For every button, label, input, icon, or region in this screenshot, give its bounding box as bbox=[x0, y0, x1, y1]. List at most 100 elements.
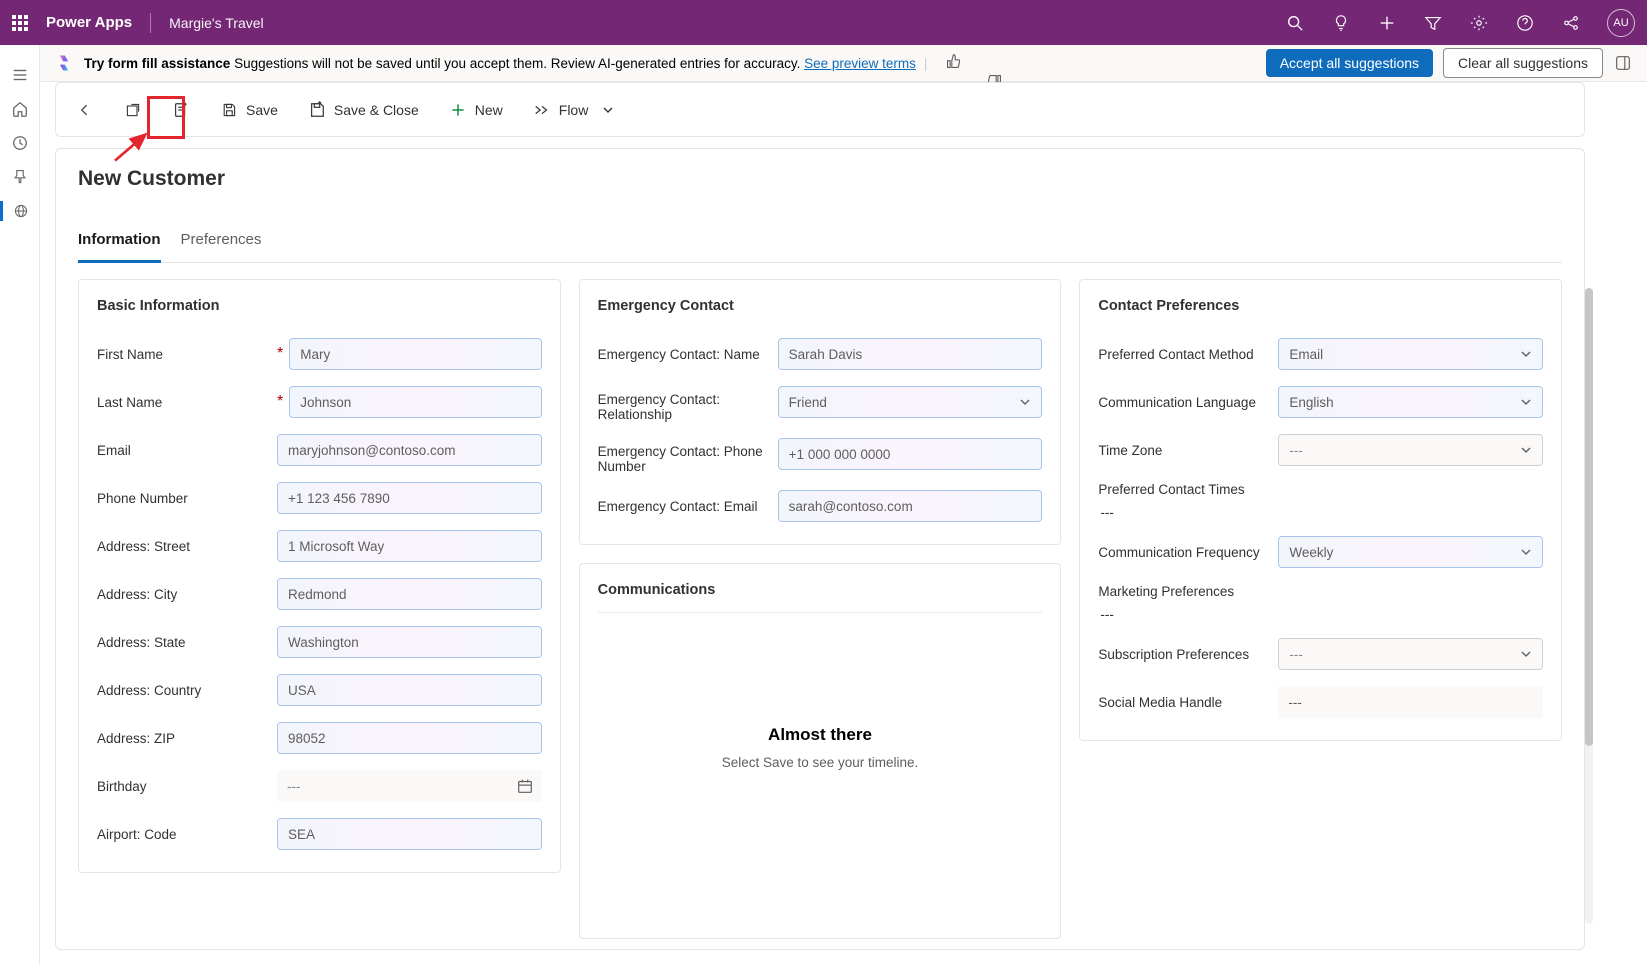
basic-info-title: Basic Information bbox=[97, 298, 542, 314]
filter-icon[interactable] bbox=[1423, 13, 1443, 33]
pref-mkt-value[interactable]: --- bbox=[1098, 607, 1114, 622]
ec-rel-select[interactable]: Friend bbox=[778, 386, 1043, 418]
zip-label: Address: ZIP bbox=[97, 731, 277, 746]
state-label: Address: State bbox=[97, 635, 277, 650]
thumbs-up-icon[interactable] bbox=[945, 53, 962, 73]
pref-tz-label: Time Zone bbox=[1098, 443, 1278, 458]
birthday-field[interactable]: --- bbox=[285, 779, 301, 794]
first-name-label: First Name bbox=[97, 347, 277, 362]
top-header: Power Apps Margie's Travel AU bbox=[0, 0, 1647, 45]
pref-freq-select[interactable]: Weekly bbox=[1278, 536, 1543, 568]
suggestions-bar: Try form fill assistance Suggestions wil… bbox=[40, 45, 1647, 82]
share-icon[interactable] bbox=[1561, 13, 1581, 33]
pref-times-value[interactable]: --- bbox=[1098, 505, 1114, 520]
chevron-down-icon bbox=[1520, 546, 1532, 558]
command-bar: Save Save & Close New Flow bbox=[55, 82, 1585, 137]
tab-information[interactable]: Information bbox=[78, 231, 161, 263]
pref-social-label: Social Media Handle bbox=[1098, 695, 1278, 710]
pref-lang-select[interactable]: English bbox=[1278, 386, 1543, 418]
pref-social-field[interactable] bbox=[1278, 686, 1543, 718]
email-field[interactable] bbox=[277, 434, 542, 466]
comm-placeholder-text: Select Save to see your timeline. bbox=[722, 755, 919, 770]
ec-phone-field[interactable] bbox=[778, 438, 1043, 470]
email-label: Email bbox=[97, 443, 277, 458]
communications-title: Communications bbox=[598, 582, 1043, 613]
pref-method-select[interactable]: Email bbox=[1278, 338, 1543, 370]
scrollbar[interactable] bbox=[1585, 288, 1593, 924]
ec-rel-label: Emergency Contact: Relationship bbox=[598, 386, 778, 422]
copilot-side-icon[interactable] bbox=[1613, 53, 1633, 73]
copilot-icon bbox=[54, 53, 74, 73]
first-name-field[interactable] bbox=[289, 338, 541, 370]
airport-label: Airport: Code bbox=[97, 827, 277, 842]
accept-all-button[interactable]: Accept all suggestions bbox=[1266, 49, 1433, 77]
zip-field[interactable] bbox=[277, 722, 542, 754]
chevron-down-icon bbox=[1520, 348, 1532, 360]
preview-terms-link[interactable]: See preview terms bbox=[804, 56, 916, 71]
country-field[interactable] bbox=[277, 674, 542, 706]
ec-email-field[interactable] bbox=[778, 490, 1043, 522]
ec-name-field[interactable] bbox=[778, 338, 1043, 370]
rail-recent-icon[interactable] bbox=[10, 133, 30, 153]
contact-pref-title: Contact Preferences bbox=[1098, 298, 1543, 314]
last-name-field[interactable] bbox=[289, 386, 541, 418]
phone-label: Phone Number bbox=[97, 491, 277, 506]
pref-method-label: Preferred Contact Method bbox=[1098, 347, 1278, 362]
city-label: Address: City bbox=[97, 587, 277, 602]
left-rail bbox=[0, 45, 40, 964]
last-name-label: Last Name bbox=[97, 395, 277, 410]
street-field[interactable] bbox=[277, 530, 542, 562]
pref-mkt-label: Marketing Preferences bbox=[1098, 584, 1234, 599]
plus-icon[interactable] bbox=[1377, 13, 1397, 33]
user-avatar[interactable]: AU bbox=[1607, 9, 1635, 37]
communications-card: Communications Almost there Select Save … bbox=[579, 563, 1062, 939]
street-label: Address: Street bbox=[97, 539, 277, 554]
clear-all-button[interactable]: Clear all suggestions bbox=[1443, 48, 1603, 78]
pref-sub-select[interactable]: --- bbox=[1278, 638, 1543, 670]
suggest-bold: Try form fill assistance bbox=[84, 56, 230, 71]
chevron-down-icon bbox=[1520, 648, 1532, 660]
lightbulb-icon[interactable] bbox=[1331, 13, 1351, 33]
content-area: New Customer Information Preferences Bas… bbox=[55, 148, 1585, 950]
save-button[interactable]: Save bbox=[214, 97, 284, 123]
pref-sub-label: Subscription Preferences bbox=[1098, 647, 1278, 662]
ec-phone-label: Emergency Contact: Phone Number bbox=[598, 438, 778, 474]
phone-field[interactable] bbox=[277, 482, 542, 514]
state-field[interactable] bbox=[277, 626, 542, 658]
help-icon[interactable] bbox=[1515, 13, 1535, 33]
rail-menu-icon[interactable] bbox=[10, 65, 30, 85]
emergency-title: Emergency Contact bbox=[598, 298, 1043, 314]
save-close-button[interactable]: Save & Close bbox=[302, 97, 425, 123]
chevron-down-icon bbox=[1520, 444, 1532, 456]
contact-pref-card: Contact Preferences Preferred Contact Me… bbox=[1079, 279, 1562, 741]
pref-tz-select[interactable]: --- bbox=[1278, 434, 1543, 466]
app-name: Power Apps bbox=[46, 14, 132, 31]
settings-icon[interactable] bbox=[1469, 13, 1489, 33]
birthday-label: Birthday bbox=[97, 779, 277, 794]
calendar-icon[interactable] bbox=[516, 777, 534, 795]
new-button[interactable]: New bbox=[443, 97, 509, 123]
scrollbar-thumb[interactable] bbox=[1585, 288, 1593, 746]
search-icon[interactable] bbox=[1285, 13, 1305, 33]
form-fill-button[interactable] bbox=[166, 97, 196, 123]
back-button[interactable] bbox=[70, 97, 100, 123]
thumbs-down-icon[interactable] bbox=[966, 53, 983, 73]
open-record-button[interactable] bbox=[118, 97, 148, 123]
comm-placeholder-heading: Almost there bbox=[768, 725, 872, 745]
app-launcher-icon[interactable] bbox=[12, 15, 28, 31]
rail-home-icon[interactable] bbox=[10, 99, 30, 119]
flow-button[interactable]: Flow bbox=[527, 97, 621, 123]
pref-times-label: Preferred Contact Times bbox=[1098, 482, 1244, 497]
city-field[interactable] bbox=[277, 578, 542, 610]
basic-info-card: Basic Information First Name* Last Name*… bbox=[78, 279, 561, 873]
rail-pin-icon[interactable] bbox=[10, 167, 30, 187]
pref-freq-label: Communication Frequency bbox=[1098, 545, 1278, 560]
tab-preferences[interactable]: Preferences bbox=[181, 231, 262, 262]
ec-email-label: Emergency Contact: Email bbox=[598, 499, 778, 514]
ec-name-label: Emergency Contact: Name bbox=[598, 347, 778, 362]
airport-field[interactable] bbox=[277, 818, 542, 850]
chevron-down-icon bbox=[1019, 396, 1031, 408]
emergency-card: Emergency Contact Emergency Contact: Nam… bbox=[579, 279, 1062, 545]
rail-globe-icon[interactable] bbox=[11, 201, 31, 221]
suggest-text: Suggestions will not be saved until you … bbox=[230, 56, 804, 71]
